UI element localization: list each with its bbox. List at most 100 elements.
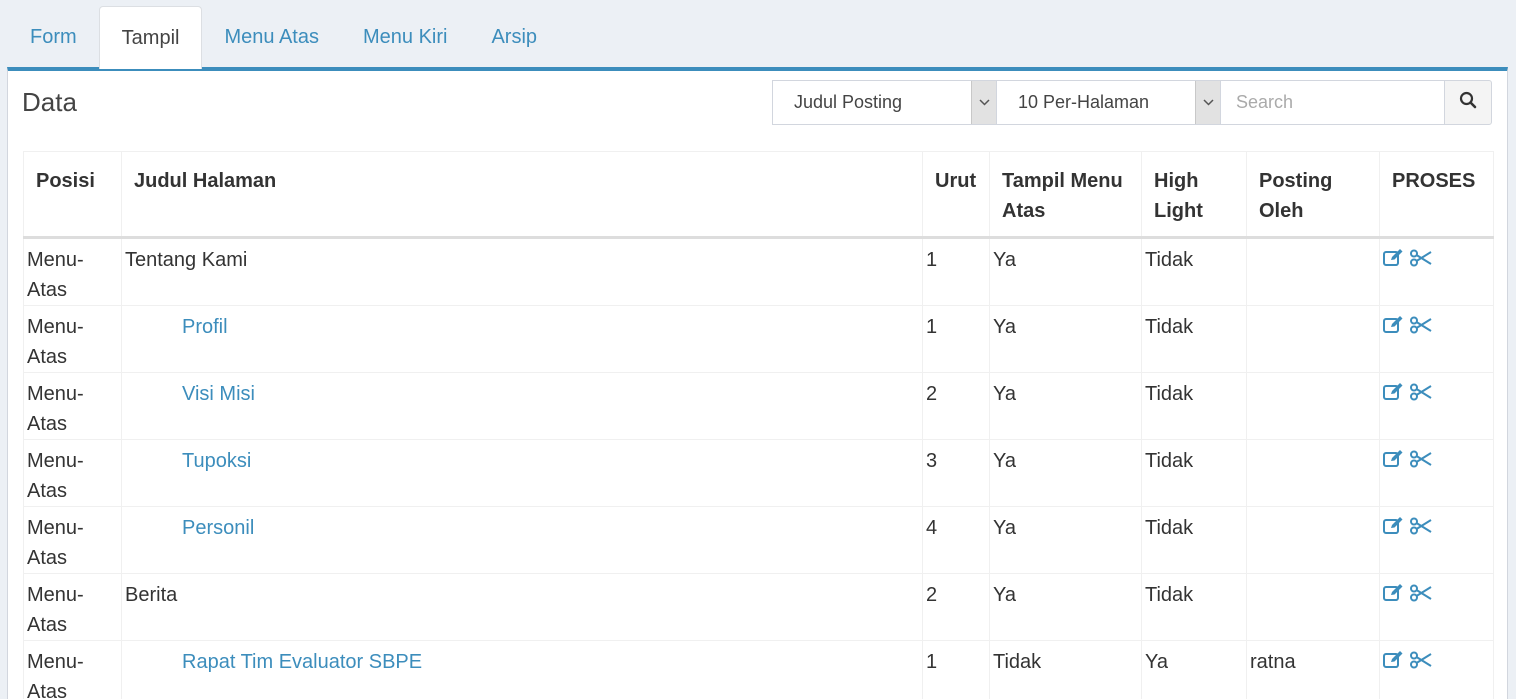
cell-proses	[1379, 640, 1494, 699]
cell-tampil-menu-atas: Ya	[989, 372, 1142, 440]
tab-bar: Form Tampil Menu Atas Menu Kiri Arsip	[8, 6, 559, 69]
cell-proses	[1379, 506, 1494, 574]
cell-judul: Profil	[121, 305, 923, 373]
tab-form[interactable]: Form	[8, 6, 99, 68]
edit-icon[interactable]	[1383, 383, 1405, 401]
cell-posisi: Menu-Atas	[23, 506, 122, 574]
scissors-icon[interactable]	[1409, 316, 1433, 334]
cell-posting-oleh	[1246, 506, 1380, 574]
page-title-link[interactable]: Tupoksi	[125, 450, 251, 472]
cell-proses	[1379, 439, 1494, 507]
cell-urut: 4	[922, 506, 990, 574]
tab-menu-kiri[interactable]: Menu Kiri	[341, 6, 469, 68]
cell-high-light: Ya	[1141, 640, 1247, 699]
cell-judul: Personil	[121, 506, 923, 574]
scissors-icon[interactable]	[1409, 651, 1433, 669]
cell-posisi: Menu-Atas	[23, 305, 122, 373]
edit-icon[interactable]	[1383, 584, 1405, 602]
table-row: Menu-Atas Visi Misi 2 Ya Tidak	[23, 372, 1494, 440]
header-proses: PROSES	[1379, 151, 1494, 239]
per-page-value: 10 Per-Halaman	[1018, 92, 1150, 112]
scissors-icon[interactable]	[1409, 383, 1433, 401]
scissors-icon[interactable]	[1409, 249, 1433, 267]
data-panel: Data Judul Posting 10 Per-Halaman Search…	[7, 67, 1508, 699]
cell-posisi: Menu-Atas	[23, 573, 122, 641]
cell-high-light: Tidak	[1141, 439, 1247, 507]
cell-judul: Rapat Tim Evaluator SBPE	[121, 640, 923, 699]
cell-urut: 2	[922, 372, 990, 440]
tab-menu-atas[interactable]: Menu Atas	[202, 6, 341, 68]
page-title-link[interactable]: Personil	[125, 517, 254, 539]
cell-tampil-menu-atas: Ya	[989, 506, 1142, 574]
header-posting-oleh: Posting Oleh	[1246, 151, 1380, 239]
scissors-icon[interactable]	[1409, 450, 1433, 468]
data-table: Posisi Judul Halaman Urut Tampil Menu At…	[23, 151, 1494, 699]
cell-judul: Berita	[121, 573, 923, 641]
header-posisi: Posisi	[23, 151, 122, 239]
table-row: Menu-Atas Profil 1 Ya Tidak	[23, 305, 1494, 373]
cell-urut: 1	[922, 640, 990, 699]
tab-arsip[interactable]: Arsip	[469, 6, 559, 68]
search-button[interactable]	[1444, 80, 1492, 125]
cell-high-light: Tidak	[1141, 506, 1247, 574]
cell-posting-oleh	[1246, 237, 1380, 306]
cell-tampil-menu-atas: Tidak	[989, 640, 1142, 699]
panel-title: Data	[22, 87, 77, 117]
chevron-down-icon	[971, 81, 996, 124]
tab-tampil[interactable]: Tampil	[98, 6, 203, 69]
cell-judul: Tupoksi	[121, 439, 923, 507]
cell-judul: Tentang Kami	[121, 237, 923, 306]
cell-high-light: Tidak	[1141, 372, 1247, 440]
cell-proses	[1379, 237, 1494, 306]
cell-posisi: Menu-Atas	[23, 439, 122, 507]
cell-high-light: Tidak	[1141, 237, 1247, 306]
cell-judul: Visi Misi	[121, 372, 923, 440]
search-input[interactable]	[1220, 80, 1445, 125]
scissors-icon[interactable]	[1409, 584, 1433, 602]
search-icon	[1459, 91, 1477, 114]
edit-icon[interactable]	[1383, 517, 1405, 535]
page-title-link[interactable]: Rapat Tim Evaluator SBPE	[125, 651, 422, 673]
cell-posisi: Menu-Atas	[23, 372, 122, 440]
table-row: Menu-Atas Rapat Tim Evaluator SBPE 1 Tidak Y…	[23, 640, 1494, 699]
cell-tampil-menu-atas: Ya	[989, 237, 1142, 306]
cell-high-light: Tidak	[1141, 305, 1247, 373]
filter-bar: Judul Posting 10 Per-Halaman	[772, 80, 1492, 125]
table-row: Menu-Atas Berita 2 Ya Tidak	[23, 573, 1494, 641]
header-high-light: High Light	[1141, 151, 1247, 239]
cell-posisi: Menu-Atas	[23, 237, 122, 306]
data-table-wrapper: Posisi Judul Halaman Urut Tampil Menu At…	[23, 151, 1494, 699]
page-title-link[interactable]: Visi Misi	[125, 383, 255, 405]
table-row: Menu-Atas Tentang Kami 1 Ya Tidak	[23, 237, 1494, 306]
cell-urut: 2	[922, 573, 990, 641]
header-judul-halaman: Judul Halaman	[121, 151, 923, 239]
filter-field-select[interactable]: Judul Posting	[772, 80, 997, 125]
filter-field-value: Judul Posting	[794, 92, 903, 112]
cell-posting-oleh	[1246, 305, 1380, 373]
edit-icon[interactable]	[1383, 316, 1405, 334]
header-urut: Urut	[922, 151, 990, 239]
page-title-link[interactable]: Profil	[125, 316, 228, 338]
cell-posting-oleh	[1246, 439, 1380, 507]
cell-proses	[1379, 305, 1494, 373]
cell-tampil-menu-atas: Ya	[989, 439, 1142, 507]
cell-proses	[1379, 372, 1494, 440]
cell-urut: 1	[922, 237, 990, 306]
edit-icon[interactable]	[1383, 249, 1405, 267]
table-header-row: Posisi Judul Halaman Urut Tampil Menu At…	[23, 151, 1494, 239]
edit-icon[interactable]	[1383, 651, 1405, 669]
cell-urut: 3	[922, 439, 990, 507]
table-row: Menu-Atas Tupoksi 3 Ya Tidak	[23, 439, 1494, 507]
cell-posisi: Menu-Atas	[23, 640, 122, 699]
header-tampil-menu-atas: Tampil Menu Atas	[989, 151, 1142, 239]
cell-tampil-menu-atas: Ya	[989, 305, 1142, 373]
per-page-select[interactable]: 10 Per-Halaman	[996, 80, 1221, 125]
table-row: Menu-Atas Personil 4 Ya Tidak	[23, 506, 1494, 574]
cell-urut: 1	[922, 305, 990, 373]
cell-posting-oleh	[1246, 372, 1380, 440]
cell-tampil-menu-atas: Ya	[989, 573, 1142, 641]
chevron-down-icon	[1195, 81, 1220, 124]
cell-high-light: Tidak	[1141, 573, 1247, 641]
scissors-icon[interactable]	[1409, 517, 1433, 535]
edit-icon[interactable]	[1383, 450, 1405, 468]
